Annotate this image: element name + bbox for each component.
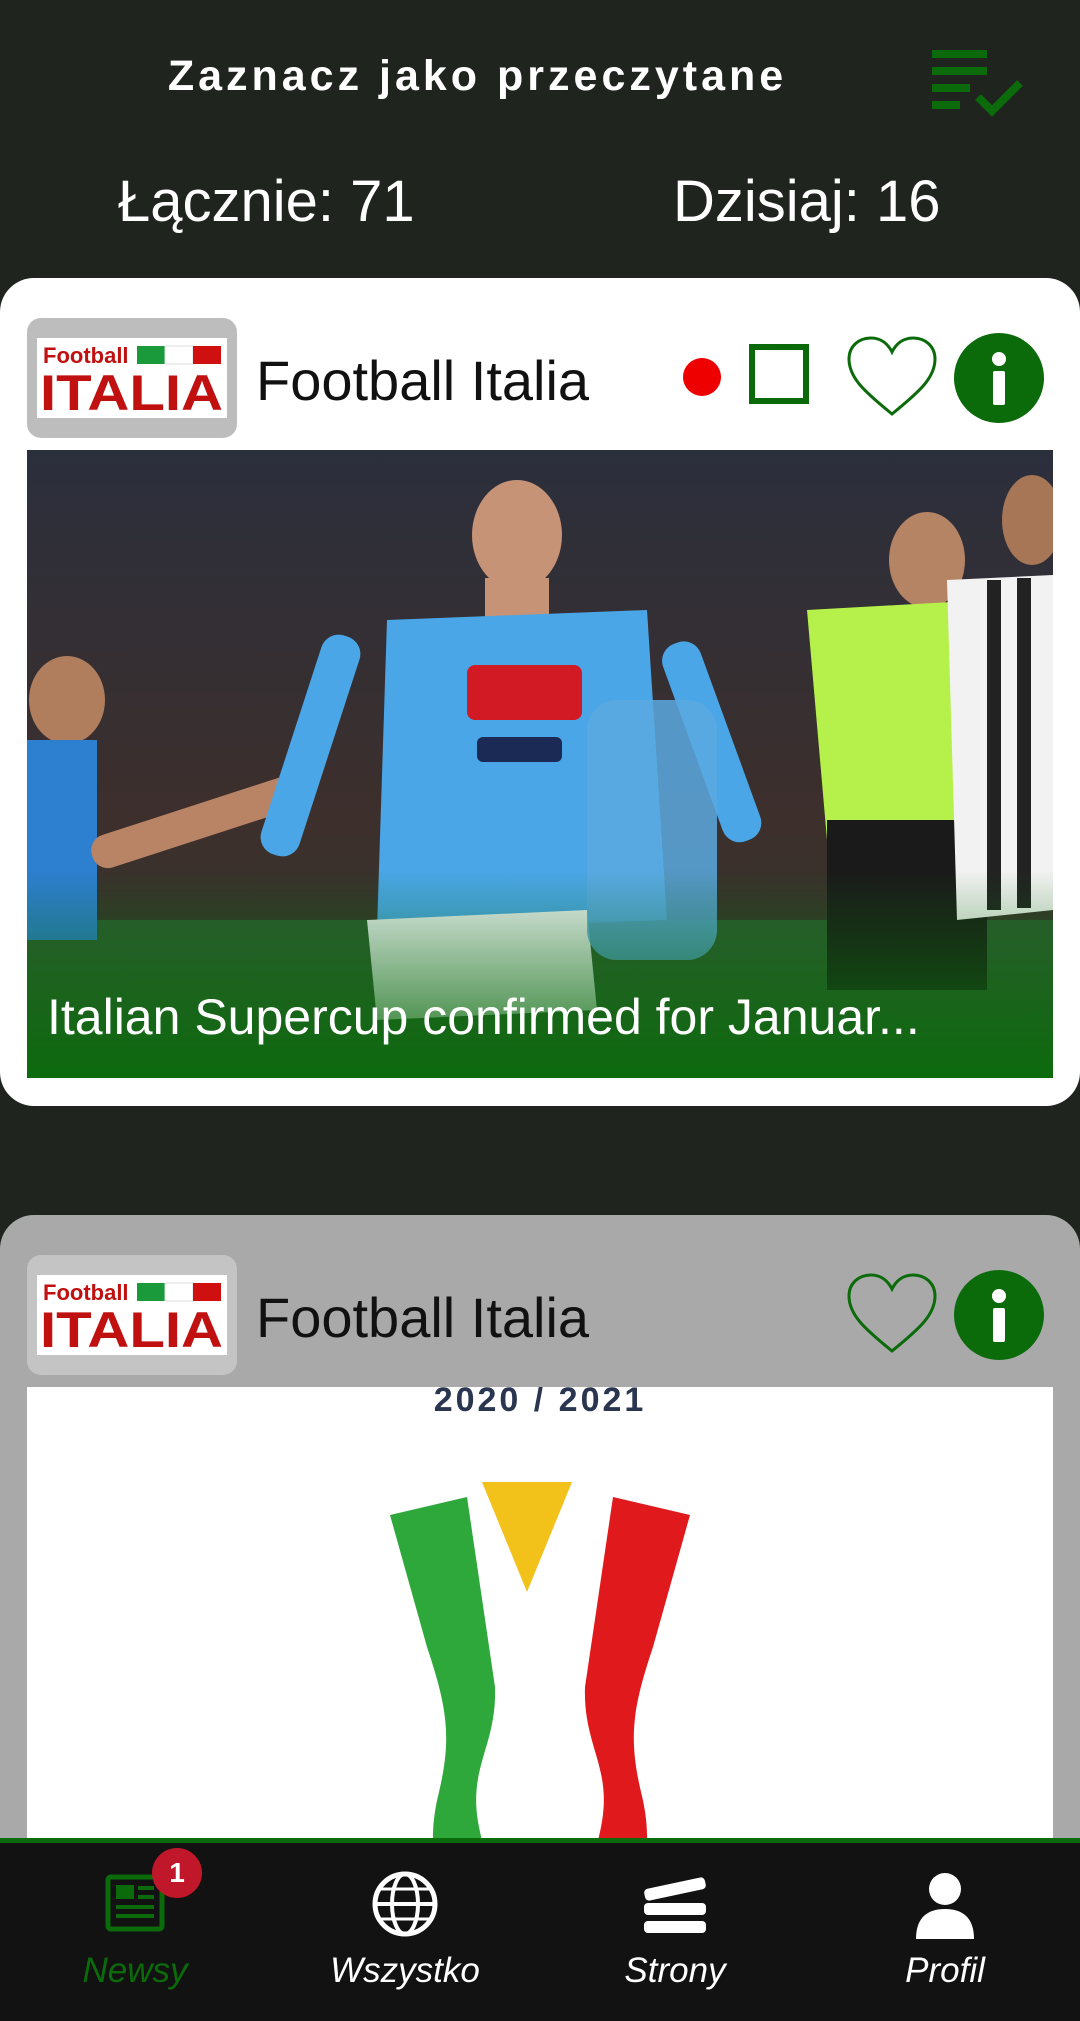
news-card[interactable]: Football ITALIA Football Italia Italian … [0,278,1080,1106]
total-count: Łącznie: 71 [118,169,415,234]
mark-as-read-title[interactable]: Zaznacz jako przeczytane [0,52,955,101]
source-name: Football Italia [256,349,590,412]
logo-text-main: ITALIA [40,365,223,418]
info-icon [992,1289,1006,1342]
mark-all-read-button[interactable] [930,45,1030,120]
nav-label: Newsy [82,1951,188,1990]
info-icon [992,352,1006,405]
nav-item-profil[interactable]: Profil [810,1843,1080,2021]
nav-item-newsy[interactable]: 1 Newsy [0,1843,270,2021]
nav-label: Profil [905,1951,985,1990]
image-caption: 2020 / 2021 [434,1387,647,1419]
favorite-button[interactable] [845,1271,939,1357]
mark-all-read-icon [932,50,1023,117]
user-icon [916,1873,974,1939]
info-button[interactable] [954,333,1044,423]
news-image[interactable]: Italian Supercup confirmed for Januar... [27,450,1053,1078]
stack-icon [644,1877,706,1933]
today-count: Dzisiaj: 16 [673,169,941,234]
header: Zaznacz jako przeczytane [0,0,1080,160]
counters: Łącznie: 71 Dzisiaj: 16 [0,168,1080,248]
mark-read-checkbox[interactable] [749,344,809,404]
logo-text-main: ITALIA [40,1302,223,1355]
favorite-button[interactable] [845,334,939,420]
nav-label: Wszystko [330,1951,480,1990]
nav-label: Strony [624,1951,726,1990]
unread-indicator [683,358,721,396]
nav-item-wszystko[interactable]: Wszystko [270,1843,540,2021]
source-name: Football Italia [256,1286,590,1349]
heart-icon [847,336,937,416]
football-photo [27,450,1053,1078]
source-logo: Football ITALIA [27,318,237,438]
bottom-navigation: 1 Newsy Wszystko Strony Profil [0,1838,1080,2021]
news-screen: Zaznacz jako przeczytane Łącznie: 71 Dzi… [0,0,1080,2021]
globe-icon [372,1871,438,1937]
notification-badge: 1 [152,1848,202,1898]
source-logo: Football ITALIA [27,1255,237,1375]
info-button[interactable] [954,1270,1044,1360]
news-headline[interactable]: Italian Supercup confirmed for Januar... [47,988,1037,1046]
nav-item-strony[interactable]: Strony [540,1843,810,2021]
heart-icon [847,1273,937,1353]
